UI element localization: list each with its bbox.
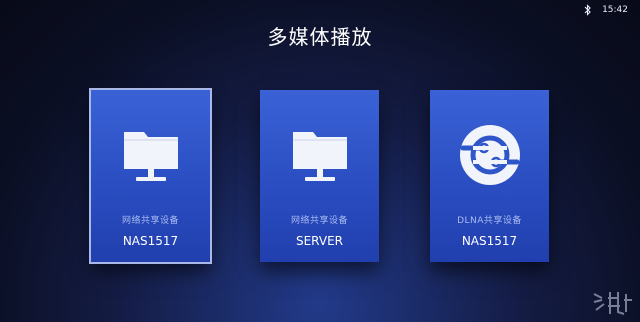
card-sub-label: DLNA共享设备 bbox=[457, 216, 522, 226]
card-sub-label: 网络共享设备 bbox=[290, 216, 348, 226]
card-device-name: NAS1517 bbox=[122, 234, 179, 248]
device-card-nas1517-dlna[interactable]: DLNA共享设备 NAS1517 bbox=[430, 90, 549, 262]
folder-monitor-icon bbox=[260, 122, 379, 188]
card-sub-label: 网络共享设备 bbox=[121, 216, 179, 226]
watermark-logo bbox=[590, 288, 634, 318]
card-device-name: SERVER bbox=[295, 234, 343, 248]
dlna-icon bbox=[430, 122, 549, 188]
bluetooth-icon bbox=[584, 4, 592, 16]
clock: 15:42 bbox=[602, 5, 628, 15]
status-bar: 15:42 bbox=[584, 0, 640, 20]
folder-monitor-icon bbox=[91, 122, 210, 188]
page-title: 多媒体播放 bbox=[267, 25, 373, 49]
device-card-server[interactable]: 网络共享设备 SERVER bbox=[260, 90, 379, 262]
device-card-nas1517-network[interactable]: 网络共享设备 NAS1517 bbox=[89, 88, 212, 264]
card-device-name: NAS1517 bbox=[461, 234, 518, 248]
